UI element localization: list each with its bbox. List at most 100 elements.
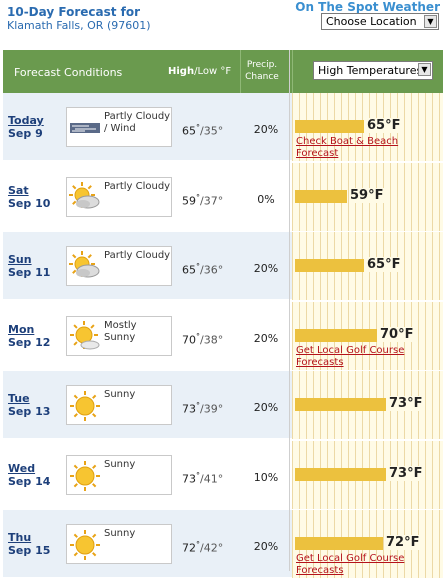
sunny-icon xyxy=(69,460,101,492)
day-cell: Mon Sep 12 xyxy=(8,323,50,349)
location-label: Klamath Falls, OR (97601) xyxy=(7,19,151,32)
high-temp-bar xyxy=(295,467,386,481)
promo-link[interactable]: Get Local Golf Course Forecasts xyxy=(296,553,443,577)
day-link[interactable]: Sun xyxy=(8,253,50,266)
day-cell: Today Sep 9 xyxy=(8,114,44,140)
high-temp-bar xyxy=(295,189,347,203)
low-temp: /35° xyxy=(200,124,224,138)
high-temp: 65 xyxy=(182,263,196,277)
high-low-temps: 65°/36° xyxy=(182,262,223,277)
day-date: Sep 13 xyxy=(8,405,51,418)
sunny-icon xyxy=(69,390,101,422)
chart-type-value: High Temperatures xyxy=(318,64,423,77)
choose-location-value: Choose Location xyxy=(326,15,417,28)
day-date: Sep 9 xyxy=(8,127,43,140)
condition-box[interactable]: Partly Cloudy xyxy=(66,176,172,217)
forecast-row: Today Sep 9 Partly Cloudy / Wind 65°/35° 20%… xyxy=(3,93,443,161)
condition-text: Sunny xyxy=(104,458,136,470)
promo-link[interactable]: Get Local Golf Course Forecasts xyxy=(296,345,443,369)
high-temp-label: 65°F xyxy=(366,118,402,133)
page-title: 10-Day Forecast for xyxy=(7,5,141,19)
high-temp-chart-cell: 73°F xyxy=(292,371,443,439)
forecast-row: Mon Sep 12 Mostly Sunny 70°/38° 20% 70°F Get L… xyxy=(3,301,443,370)
high-temp-chart-cell: 72°F Get Local Golf Course Forecasts xyxy=(292,510,443,578)
day-link[interactable]: Sat xyxy=(8,184,50,197)
promo-link[interactable]: Check Boat & Beach Forecast xyxy=(296,136,443,160)
day-link[interactable]: Thu xyxy=(8,531,50,544)
condition-text: Sunny xyxy=(104,528,136,539)
chevron-down-icon[interactable]: ▼ xyxy=(424,15,437,28)
chart-divider xyxy=(289,50,290,571)
condition-box[interactable]: Sunny xyxy=(66,454,172,495)
high-temp-bar xyxy=(295,398,386,411)
high-temp-chart-cell: 65°F xyxy=(292,232,443,300)
day-date: Sep 12 xyxy=(8,335,51,349)
high-temp-label: 65°F xyxy=(366,257,402,272)
high-temp-bar xyxy=(295,537,383,550)
high-temp: 73 xyxy=(182,472,196,486)
condition-box[interactable]: Sunny xyxy=(66,385,172,425)
high-temp-chart-cell: 65°F Check Boat & Beach Forecast xyxy=(292,93,443,161)
condition-box[interactable]: Partly Cloudy xyxy=(66,246,172,286)
condition-text: Partly Cloudy / Wind xyxy=(104,111,171,134)
low-temp: /42° xyxy=(200,541,224,555)
high-temp-chart-cell: 70°F Get Local Golf Course Forecasts xyxy=(292,301,443,370)
condition-box[interactable]: Mostly Sunny xyxy=(66,315,172,356)
day-date: Sep 10 xyxy=(8,196,51,210)
cloud-wind-icon xyxy=(69,112,101,144)
condition-text: Partly Cloudy xyxy=(104,180,171,192)
high-low-temps: 73°/41° xyxy=(182,471,223,486)
high-temp-bar xyxy=(295,259,364,272)
high-low-temps: 73°/39° xyxy=(182,401,223,416)
precip-chance: 10% xyxy=(253,470,279,484)
chart-type-select[interactable]: High Temperatures ▼ xyxy=(313,61,433,80)
partly-cloudy-icon xyxy=(69,181,101,214)
high-temp-bar xyxy=(295,328,377,342)
condition-box[interactable]: Sunny xyxy=(66,524,172,564)
condition-box[interactable]: Partly Cloudy / Wind xyxy=(66,107,172,147)
precip-chance: 20% xyxy=(253,123,279,136)
day-link[interactable]: Today xyxy=(8,114,44,127)
high-temp-chart-cell: 73°F xyxy=(292,440,443,509)
day-cell: Tue Sep 13 xyxy=(8,392,50,418)
high-temp-chart-cell: 59°F xyxy=(292,162,443,231)
day-cell: Wed Sep 14 xyxy=(8,462,50,488)
high-low-temps: 59°/37° xyxy=(182,193,223,208)
partly-cloudy-icon xyxy=(69,251,101,283)
high-temp: 73 xyxy=(182,402,196,416)
forecast-row: Wed Sep 14 Sunny 73°/41° 10% 73°F xyxy=(3,440,443,509)
chevron-down-icon[interactable]: ▼ xyxy=(418,63,431,76)
forecast-row: Tue Sep 13 Sunny 73°/39° 20% 73°F xyxy=(3,371,443,439)
high-temp: 72 xyxy=(182,541,196,555)
precip-chance: 20% xyxy=(253,331,279,345)
precip-chance: 0% xyxy=(257,192,275,206)
high-temp-label: 59°F xyxy=(349,187,385,203)
precip-chance: 20% xyxy=(253,401,279,414)
low-header: /Low °F xyxy=(194,66,232,77)
mostly-sunny-icon xyxy=(69,320,101,353)
day-cell: Thu Sep 15 xyxy=(8,531,50,557)
day-link[interactable]: Wed xyxy=(8,462,50,475)
condition-text: Partly Cloudy xyxy=(104,250,171,261)
day-link[interactable]: Tue xyxy=(8,392,50,405)
high-low-header: High/Low °F xyxy=(168,66,231,77)
condition-text: Sunny xyxy=(104,389,136,400)
high-temp-label: 72°F xyxy=(385,535,421,550)
table-header: Forecast Conditions High/Low °F Precip. … xyxy=(3,50,443,93)
precip-chance: 20% xyxy=(253,262,279,275)
day-link[interactable]: Mon xyxy=(8,323,50,336)
sunny-icon xyxy=(69,529,101,561)
day-cell: Sun Sep 11 xyxy=(8,253,50,279)
low-temp: /37° xyxy=(200,194,224,208)
day-date: Sep 15 xyxy=(8,544,51,557)
choose-location-select[interactable]: Choose Location ▼ xyxy=(321,13,439,30)
header-divider xyxy=(292,50,293,93)
low-temp: /39° xyxy=(200,402,224,416)
high-temp-bar xyxy=(295,120,364,133)
on-the-spot-link[interactable]: On The Spot Weather xyxy=(295,0,440,14)
low-temp: /36° xyxy=(200,263,224,277)
high-temp-label: 73°F xyxy=(388,465,424,481)
conditions-header: Forecast Conditions xyxy=(14,66,123,79)
high-temp: 65 xyxy=(182,124,196,138)
page-top: 10-Day Forecast for Klamath Falls, OR (9… xyxy=(0,0,446,50)
